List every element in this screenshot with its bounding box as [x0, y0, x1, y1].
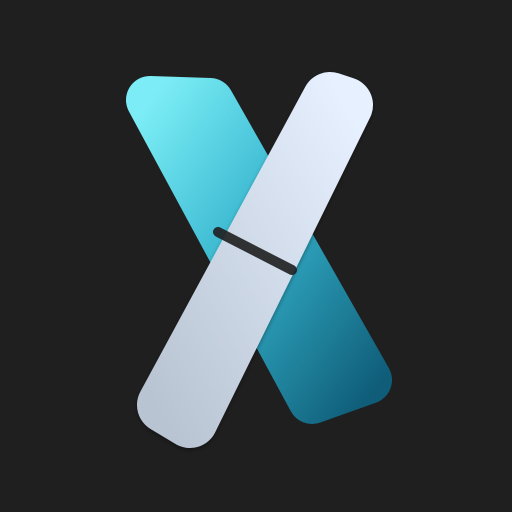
app-canvas: [0, 0, 512, 512]
x-logo-icon: [126, 72, 392, 448]
